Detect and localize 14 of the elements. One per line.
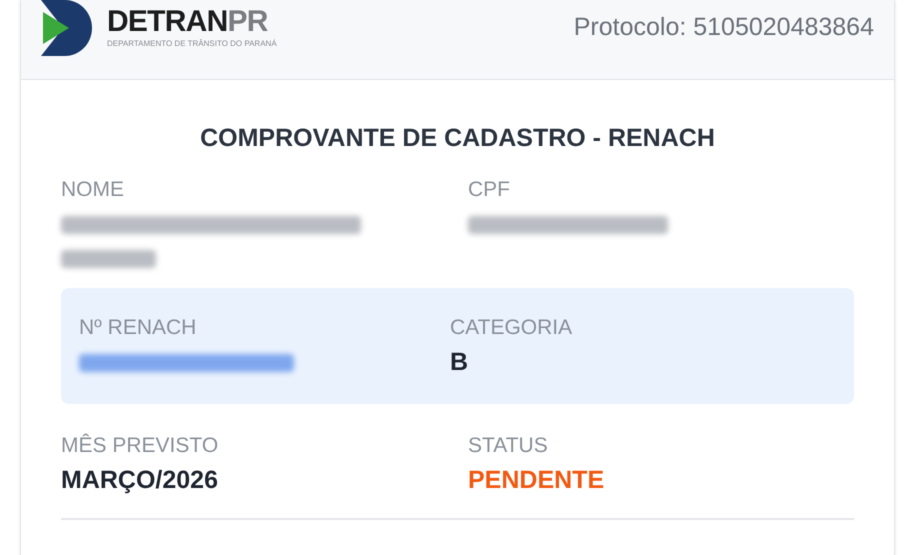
field-label: MÊS PREVISTO — [61, 432, 220, 458]
field-label: NOME — [61, 176, 125, 202]
logo-text: DETRANPR — [107, 6, 269, 38]
field-label: CPF — [468, 176, 511, 202]
field-value: MARÇO/2026 — [61, 464, 219, 496]
field-value: B — [450, 346, 470, 378]
field-label: STATUS — [468, 432, 549, 458]
field-label: Nº RENACH — [79, 314, 198, 340]
field-label: CATEGORIA — [450, 314, 574, 340]
logo-subtitle: DEPARTAMENTO DE TRÂNSITO DO PARANÁ — [107, 38, 277, 50]
document-title: COMPROVANTE DE CADASTRO - RENACH — [199, 123, 716, 154]
logo-icon — [41, 0, 95, 56]
status-value: PENDENTE — [468, 464, 606, 496]
protocol-number: Protocolo: 5105020483864 — [574, 12, 874, 43]
